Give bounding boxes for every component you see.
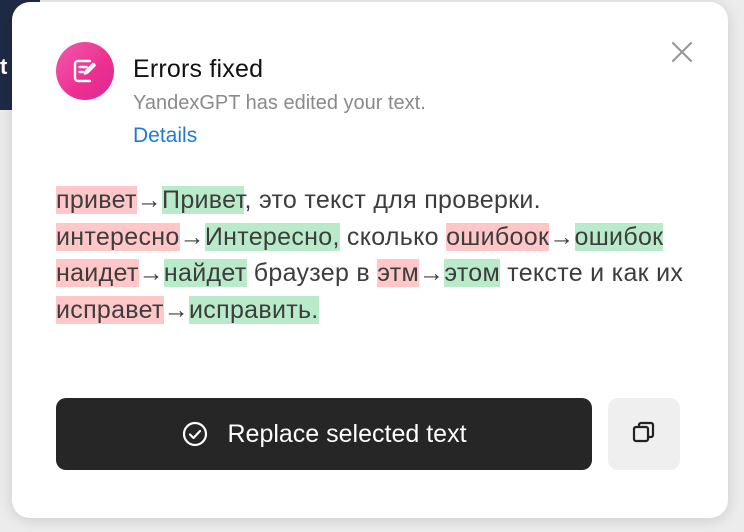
arrow-icon: →: [138, 259, 164, 287]
plain-text: тексте и как их: [500, 259, 684, 287]
arrow-icon: →: [136, 186, 163, 214]
arrow-icon: →: [549, 222, 575, 251]
inserted-text: этом: [444, 259, 500, 287]
copy-icon: [630, 418, 658, 451]
replace-selected-text-button[interactable]: Replace selected text: [56, 398, 592, 470]
plain-text: браузер в: [246, 259, 378, 287]
removed-text: этм: [377, 259, 420, 287]
inserted-text: Интересно,: [204, 222, 340, 251]
arrow-icon: →: [419, 259, 445, 287]
inserted-text: исправить.: [189, 295, 319, 324]
edit-document-icon: [56, 42, 114, 100]
removed-text: наидет: [56, 259, 139, 287]
replace-button-label: Replace selected text: [227, 419, 467, 448]
removed-text: привет: [56, 186, 137, 214]
corrected-text: привет→Привет, это текст для проверки. и…: [56, 182, 706, 328]
arrow-icon: →: [179, 222, 205, 251]
check-circle-icon: [181, 420, 209, 448]
removed-text: исправет: [56, 295, 164, 324]
arrow-icon: →: [163, 295, 190, 324]
popup-subtitle: YandexGPT has edited your text.: [133, 92, 426, 114]
close-icon[interactable]: [666, 36, 698, 68]
inserted-text: ошибок: [574, 222, 664, 251]
plain-text: , это текст для проверки.: [244, 186, 541, 214]
inserted-text: найдет: [163, 259, 247, 287]
background-glyph: t: [0, 54, 8, 79]
removed-text: ошибоок: [446, 222, 550, 251]
removed-text: интересно: [56, 222, 180, 251]
popup-title: Errors fixed: [133, 55, 264, 83]
inserted-text: Привет: [162, 186, 245, 214]
copy-button[interactable]: [608, 398, 680, 470]
yandexgpt-popup: Errors fixed YandexGPT has edited your t…: [12, 2, 728, 518]
plain-text: сколько: [339, 222, 447, 251]
details-link[interactable]: Details: [133, 124, 197, 148]
